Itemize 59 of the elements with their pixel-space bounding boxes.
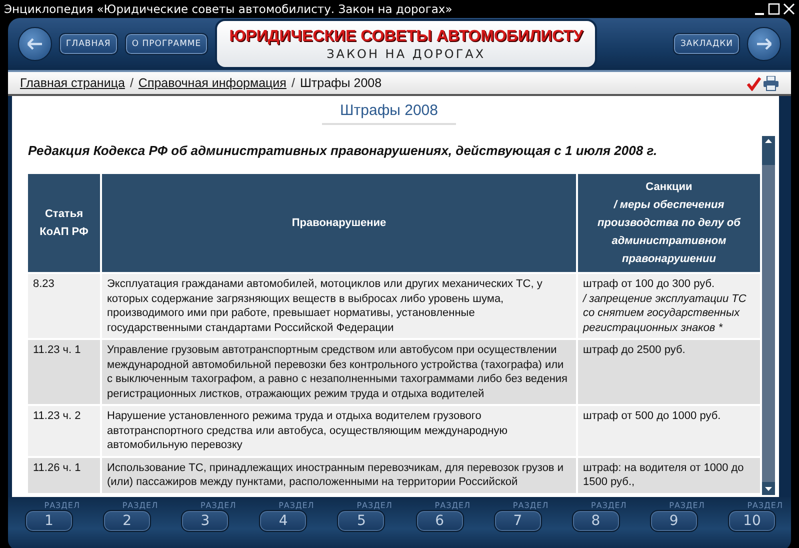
section-label: РАЗДЕЛ [669, 501, 705, 510]
section-label: РАЗДЕЛ [278, 501, 314, 510]
left-arrow-icon [26, 37, 44, 51]
maximize-icon[interactable] [768, 3, 780, 15]
scrollbar[interactable] [762, 136, 775, 495]
right-arrow-icon [755, 37, 773, 51]
logo-subtitle: ЗАКОН НА ДОРОГАХ [326, 47, 486, 62]
back-arrow-button[interactable] [18, 27, 52, 61]
section-label: РАЗДЕЛ [44, 501, 80, 510]
table-cell: штраф от 100 до 300 руб. / запрещение эксплуатации ТС со снятием государственных регистрационных знаков * [578, 274, 760, 338]
breadcrumb-link[interactable]: Справочная информация [138, 76, 286, 90]
section-button[interactable]: 3 [181, 510, 230, 532]
section-button[interactable]: 8 [572, 510, 620, 532]
table-cell: штраф от 500 до 1000 руб. [578, 406, 760, 456]
section-label: РАЗДЕЛ [434, 501, 471, 510]
section-label: РАЗДЕЛ [356, 501, 392, 510]
section-label: РАЗДЕЛ [747, 501, 783, 510]
column-header: Санкции / меры обеспечения производства по делу об административном правонарушении [578, 174, 760, 272]
breadcrumb-current: Штрафы 2008 [300, 76, 382, 90]
section-button[interactable]: 7 [494, 510, 542, 532]
table-cell: Нарушение установленного режима труда и отдыха водителем грузового автотранспортного средства или автобуса, осуществляющим международную автомобильную перевозку [102, 406, 576, 456]
table-cell: 11.23 ч. 2 [28, 406, 100, 456]
section-label: РАЗДЕЛ [122, 501, 158, 510]
section-label: РАЗДЕЛ [512, 501, 549, 510]
forward-arrow-button[interactable] [747, 27, 781, 61]
print-icon[interactable] [763, 76, 779, 90]
section-button[interactable]: 6 [416, 510, 464, 532]
section-button[interactable]: 2 [103, 510, 152, 532]
table-cell: 11.26 ч. 1 [28, 458, 100, 492]
nav-button[interactable]: ГЛАВНАЯ [59, 33, 118, 55]
window-title: Энциклопедия «Юридические советы автомобилисту. Закон на дорогах» [4, 2, 452, 16]
scroll-down-icon[interactable] [765, 486, 772, 490]
section-button[interactable]: 10 [728, 510, 776, 532]
page-subtitle: Редакция Кодекса РФ об административных правонарушениях, действующая с 1 июля 2008 г. [28, 143, 658, 158]
column-header: Статья КоАП РФ [28, 174, 100, 272]
table-cell: штраф до 2500 руб. [578, 340, 760, 404]
table-cell: штраф: на водителя от 1000 до 1500 руб., [578, 458, 760, 492]
section-button[interactable]: 4 [259, 510, 308, 532]
table-cell: Эксплуатация гражданами автомобилей, мотоциклов или других механических ТС, у которых содержание загрязняющих веществ в выбросах либо уровень шума, производимого ими при работе, превышает нормативы, установленные государственными стандартами Российской Федерации [102, 274, 576, 338]
logo-title: ЮРИДИЧЕСКИЕ СОВЕТЫ АВТОМОБИЛИСТУ [229, 27, 584, 47]
close-icon[interactable] [783, 3, 795, 15]
breadcrumb-link[interactable]: Главная страница [20, 76, 125, 90]
column-header: Правонарушение [102, 174, 576, 272]
breadcrumb-separator: / [130, 76, 134, 90]
section-label: РАЗДЕЛ [591, 501, 627, 510]
table-cell: 11.23 ч. 1 [28, 340, 100, 404]
bookmarks-button[interactable]: ЗАКЛАДКИ [673, 33, 740, 55]
table-cell: Управление грузовым автотранспортным средством или автобусом при осуществлении международной автомобильной перевозки без контрольного устройства (тахографа) или с выключенным тахографом, а равно с незаполненными тахограммами либо без ведения регистрационных листков, отражающих режим труда и отдыха водителей [102, 340, 576, 404]
nav-button[interactable]: О ПРОГРАММЕ [124, 33, 208, 55]
section-button[interactable]: 9 [650, 510, 698, 532]
checkmark-icon[interactable] [747, 76, 761, 90]
page-title: Штрафы 2008 [322, 102, 456, 125]
table-cell: Использование ТС, принадлежащих иностранным перевозчикам, для перевозок грузов и (или) пассажиров между пунктами, расположенными на территории Российской [102, 458, 576, 492]
section-label: РАЗДЕЛ [200, 501, 236, 510]
section-button[interactable]: 1 [25, 510, 73, 532]
table-cell: 8.23 [28, 274, 100, 338]
breadcrumb-separator: / [291, 76, 295, 90]
scroll-up-icon[interactable] [765, 139, 772, 143]
section-button[interactable]: 5 [337, 510, 386, 532]
